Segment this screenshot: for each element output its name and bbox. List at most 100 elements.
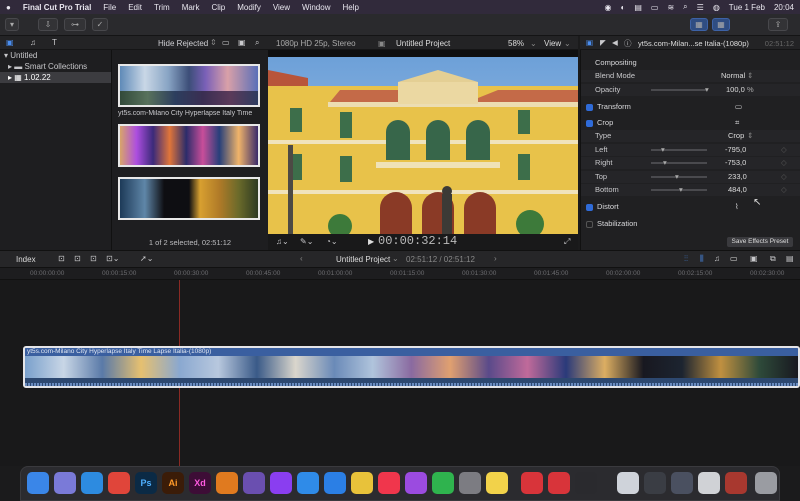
zoom-dropdown[interactable]: 58% <box>508 39 524 48</box>
keyframe-icon[interactable]: ◇ <box>781 144 787 156</box>
crop-top-value[interactable]: 233,0 <box>728 171 747 183</box>
workspace-left-icon[interactable]: ▦ <box>690 18 708 31</box>
finder-icon[interactable] <box>27 472 49 494</box>
stabilization-checkbox[interactable] <box>586 220 593 228</box>
workspace-right-icon[interactable]: ▦ <box>712 18 730 31</box>
menubar-date[interactable]: Tue 1 Feb <box>729 3 765 12</box>
slider-handle-icon[interactable]: ▾ <box>661 144 665 156</box>
menubar-time[interactable]: 20:04 <box>774 3 794 12</box>
safari-icon[interactable] <box>81 472 103 494</box>
headphones-icon[interactable]: ♫ <box>714 254 720 263</box>
crop-row[interactable]: Crop ⌗ <box>581 117 800 129</box>
photos-audio-icon[interactable]: ♫ <box>30 38 36 47</box>
keyframe-icon[interactable]: ◇ <box>781 157 787 169</box>
podcasts-icon[interactable] <box>405 472 427 494</box>
photoshop-icon[interactable]: Ps <box>135 472 157 494</box>
xd-icon[interactable]: Xd <box>189 472 211 494</box>
menu-window[interactable]: Window <box>302 3 330 12</box>
preview-icon[interactable] <box>617 472 639 494</box>
library-item-untitled[interactable]: ▾ Untitled <box>0 50 111 61</box>
apple-icon[interactable]: ● <box>6 3 11 12</box>
titles-generators-icon[interactable]: T <box>52 38 57 47</box>
search-icon[interactable]: ⌕ <box>255 38 259 48</box>
import-icon[interactable]: ▾ <box>5 18 19 31</box>
filmstrip-icon[interactable]: ▭ <box>222 38 230 47</box>
select-tool-icon[interactable]: ➚⌄ <box>140 254 153 263</box>
record-icon[interactable]: ◉ <box>605 3 612 12</box>
library-item-smart-collections[interactable]: ▸ ▬ Smart Collections <box>0 61 111 72</box>
app-menu[interactable]: Final Cut Pro Trial <box>23 3 91 12</box>
siri-icon[interactable]: ◍ <box>713 3 720 12</box>
slider-handle-icon[interactable]: ▾ <box>663 157 667 169</box>
video-inspector-icon[interactable]: ▣ <box>586 38 593 47</box>
crop-icon[interactable]: ⌗ <box>735 117 739 129</box>
distort-checkbox[interactable] <box>586 203 593 211</box>
skimming-icon[interactable]: ⫼ <box>700 254 704 264</box>
blend-mode-dropdown[interactable]: Normal <box>721 70 745 82</box>
view-dropdown[interactable]: View <box>544 39 561 48</box>
crop-right-value[interactable]: -753,0 <box>725 157 746 169</box>
timeline-clip[interactable]: yt5s.com-Milano City Hyperlapse Italy Ti… <box>23 346 800 388</box>
final-cut-pro-icon[interactable] <box>575 472 597 494</box>
crop-top-slider[interactable] <box>651 176 707 178</box>
keywords-icon[interactable]: ⊶ <box>64 18 86 31</box>
keyframe-icon[interactable]: ◇ <box>781 184 787 196</box>
history-forward-icon[interactable]: › <box>494 254 497 263</box>
distort-icon[interactable]: ⌇ <box>735 201 739 213</box>
slider-handle-icon[interactable]: ▾ <box>675 171 679 183</box>
snapping-icon[interactable]: ▭ <box>730 254 738 263</box>
illustrator-icon[interactable]: Ai <box>162 472 184 494</box>
clip-thumbnail[interactable] <box>118 177 260 220</box>
transform-checkbox[interactable] <box>586 103 593 111</box>
audio-inspector-icon[interactable]: ◀ <box>612 38 618 47</box>
document-icon[interactable]: ▤ <box>634 3 642 12</box>
notes-icon[interactable] <box>486 472 508 494</box>
library-item-event[interactable]: ▸ ▦ 1.02.22 <box>0 72 111 83</box>
slider-handle-icon[interactable]: ▾ <box>679 184 683 196</box>
wifi-icon[interactable]: ≋ <box>667 3 674 12</box>
enhance-icon[interactable]: ♫⌄ <box>276 237 289 246</box>
crop-left-value[interactable]: -795,0 <box>725 144 746 156</box>
battery-icon[interactable]: ▭ <box>651 3 659 12</box>
shield-icon[interactable]: ◐ <box>620 3 625 12</box>
slider-handle-icon[interactable]: ▾ <box>705 84 709 96</box>
fullscreen-icon[interactable]: ⤢ <box>564 237 570 247</box>
distort-row[interactable]: Distort ⌇ ↖ <box>581 197 800 213</box>
audio-waveform-icon[interactable]: ⫶⫶ <box>684 254 688 264</box>
crop-bottom-value[interactable]: 484,0 <box>728 184 747 196</box>
download-icon[interactable]: ⇩ <box>38 18 58 31</box>
numbers-icon[interactable] <box>432 472 454 494</box>
search-icon[interactable]: ⌕ <box>683 2 687 12</box>
effects-browser-icon[interactable]: ▣ <box>750 254 758 263</box>
save-effects-preset-button[interactable]: Save Effects Preset <box>727 237 793 247</box>
timeline-index-button[interactable]: Index <box>16 255 36 264</box>
transform-row[interactable]: Transform ▭ <box>581 101 800 113</box>
pencil-icon[interactable] <box>243 472 265 494</box>
blender-icon[interactable] <box>216 472 238 494</box>
menu-help[interactable]: Help <box>342 3 358 12</box>
menu-file[interactable]: File <box>103 3 116 12</box>
clip-appearance-icon[interactable]: ▤ <box>786 254 794 263</box>
transitions-browser-icon[interactable]: ⧉ <box>770 254 776 264</box>
stabilization-row[interactable]: Stabilization <box>581 218 800 230</box>
music-icon[interactable] <box>378 472 400 494</box>
photos-icon[interactable] <box>351 472 373 494</box>
menu-view[interactable]: View <box>273 3 290 12</box>
share-icon[interactable]: ⇪ <box>768 18 788 31</box>
trash-icon[interactable] <box>755 472 777 494</box>
launchpad-icon[interactable] <box>54 472 76 494</box>
compositing-header[interactable]: Compositing <box>581 57 800 69</box>
connect-clip-icon[interactable]: ⊡ <box>58 254 65 263</box>
control-center-icon[interactable]: ☰ <box>697 3 704 12</box>
menu-trim[interactable]: Trim <box>154 3 170 12</box>
window-thumbnail-icon[interactable] <box>698 472 720 494</box>
clip-thumbnail[interactable] <box>118 124 260 167</box>
chrome-icon[interactable] <box>108 472 130 494</box>
opacity-slider[interactable] <box>651 89 707 91</box>
menu-mark[interactable]: Mark <box>182 3 200 12</box>
libraries-icon[interactable]: ▣ <box>6 38 14 47</box>
keyframe-icon[interactable]: ◇ <box>781 171 787 183</box>
crop-type-dropdown[interactable]: Crop <box>728 130 744 142</box>
filter-dropdown[interactable]: Hide Rejected <box>158 39 208 48</box>
crop-left-slider[interactable] <box>651 149 707 151</box>
